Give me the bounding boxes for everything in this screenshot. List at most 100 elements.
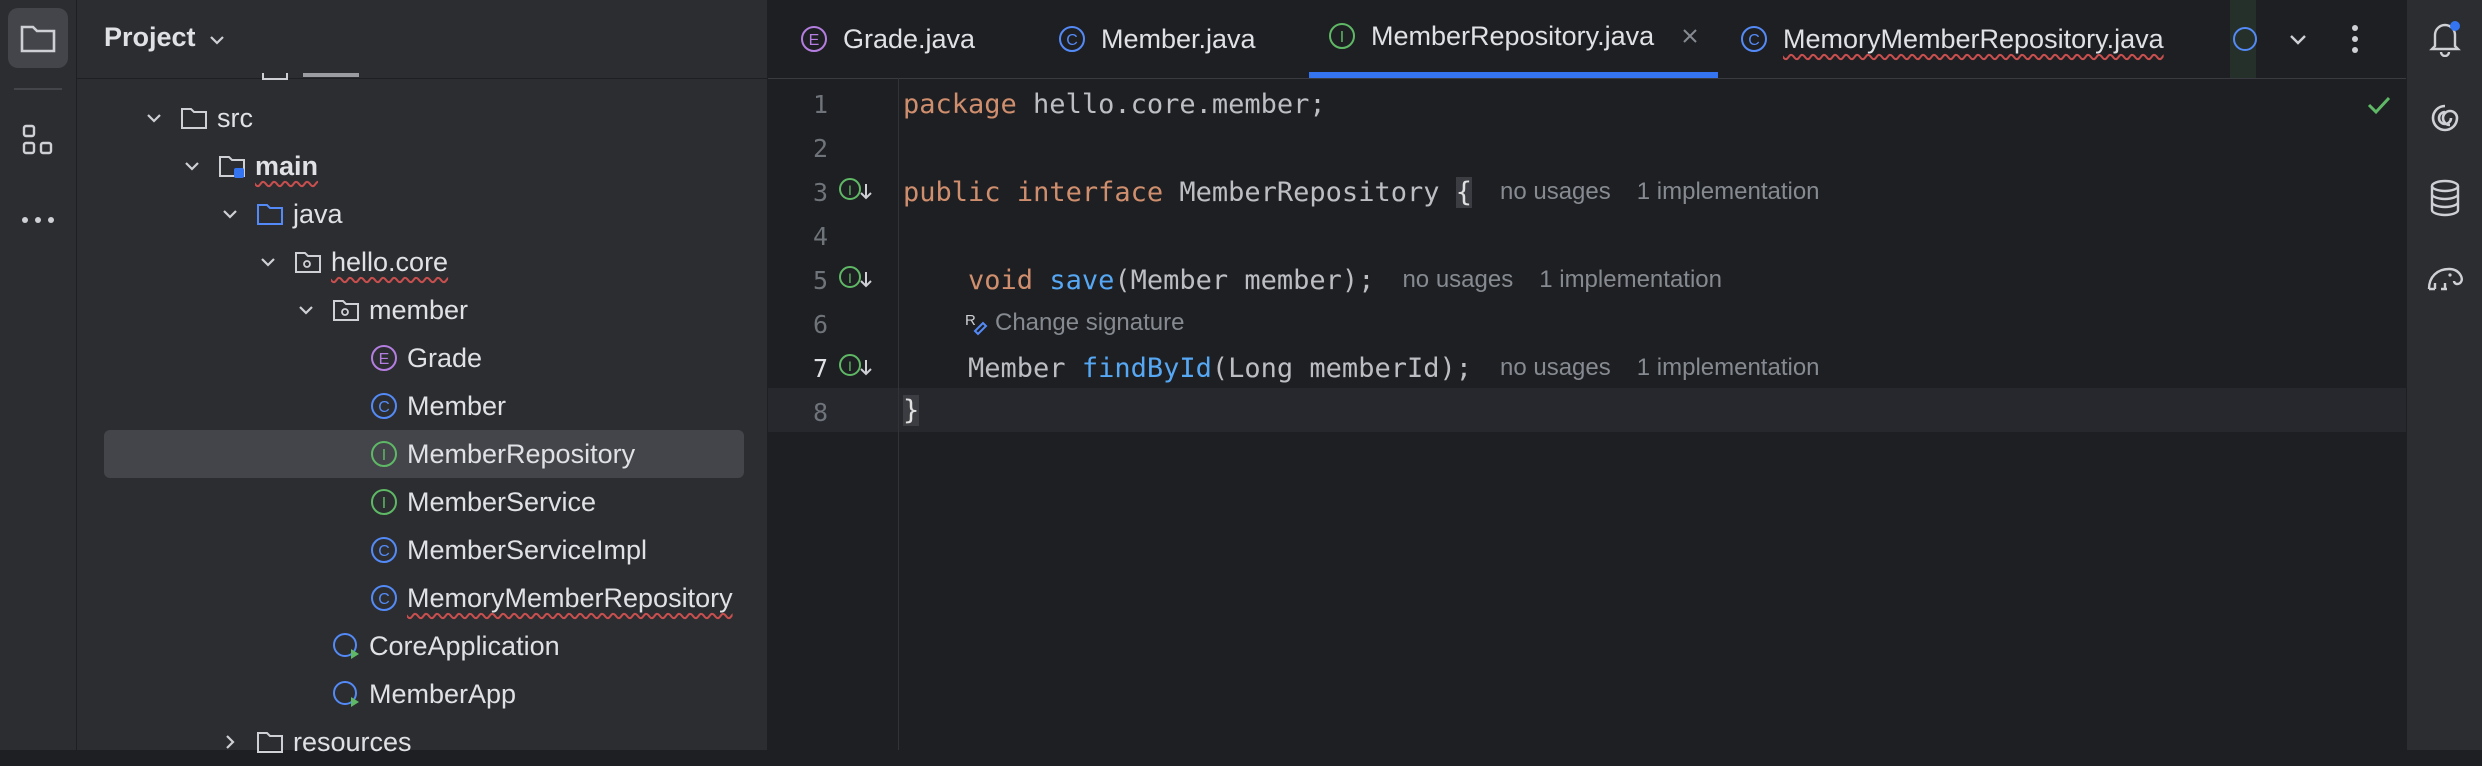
editor-tab[interactable]: E Grade.java: [781, 0, 993, 78]
svg-text:I: I: [848, 182, 852, 198]
chevron-down-icon[interactable]: [181, 155, 203, 177]
tree-item-label: Grade: [407, 342, 483, 373]
line-number: 1: [812, 90, 828, 119]
current-line-highlight: [768, 388, 2406, 432]
gradle-elephant-icon: [2427, 267, 2463, 291]
no-problems-check-icon[interactable]: [2366, 94, 2392, 116]
tree-item[interactable]: java: [77, 190, 767, 238]
right-tool-strip: [2406, 0, 2482, 750]
implementation-gutter-icon[interactable]: I: [838, 264, 872, 294]
tree-item[interactable]: resources: [77, 718, 767, 766]
tree-item-label: main: [255, 150, 319, 181]
project-tool-button[interactable]: [8, 8, 68, 68]
tree-item-label: Member: [407, 390, 507, 421]
tree-item-label: member: [369, 294, 469, 325]
more-tools-button[interactable]: [8, 190, 68, 250]
structure-tool-button[interactable]: [8, 110, 68, 170]
tree-item[interactable]: main: [77, 142, 767, 190]
chevron-down-icon[interactable]: [219, 203, 241, 225]
database-button[interactable]: [2419, 172, 2471, 224]
tree-item[interactable]: hello.core: [77, 238, 767, 286]
interface-icon: I: [371, 441, 397, 467]
enum-icon: E: [801, 26, 827, 52]
code-line-3[interactable]: public interface MemberRepository { no u…: [903, 170, 1820, 214]
interface-name: MemberRepository: [1163, 176, 1456, 208]
line-number: 2: [812, 134, 828, 163]
chevron-down-icon[interactable]: [257, 251, 279, 273]
spring-app-icon: [333, 633, 359, 659]
tree-item[interactable]: C MemberServiceImpl: [77, 526, 767, 574]
chevron-down-icon[interactable]: [143, 107, 165, 129]
line-number: 6: [812, 310, 828, 339]
refactor-icon: R: [965, 312, 988, 336]
more-vertical-icon[interactable]: [2351, 24, 2359, 54]
structure-icon: [22, 124, 53, 155]
gutter-border: [898, 78, 899, 750]
class-icon: C: [1741, 26, 1767, 52]
code-line-1[interactable]: package hello.core.member;: [903, 82, 1326, 126]
line-number: 3: [812, 178, 828, 207]
keyword: public: [903, 176, 1001, 208]
tree-item-label: MemberRepository: [407, 438, 636, 469]
gradle-button[interactable]: [2419, 252, 2471, 304]
tree-item[interactable]: E Grade: [77, 334, 767, 382]
method-params: (Long memberId);: [1211, 352, 1472, 384]
editor-tab[interactable]: C MemoryMemberRepository.java: [1721, 0, 2182, 78]
tree-item[interactable]: I MemberRepository: [104, 430, 744, 478]
method-name: findById: [1081, 352, 1212, 384]
implementation-gutter-icon[interactable]: I: [838, 352, 872, 382]
class-icon: C: [1059, 26, 1085, 52]
tree-item[interactable]: I MemberService: [77, 478, 767, 526]
tree-item[interactable]: src: [77, 94, 767, 142]
chevron-down-icon[interactable]: [207, 30, 227, 50]
tree-item-label: MemberService: [407, 486, 597, 517]
line-number: 7: [812, 354, 828, 383]
editor-tab-bar: E Grade.java C Member.java I MemberRepository…: [768, 0, 2406, 79]
svg-text:C: C: [378, 543, 390, 560]
notifications-button[interactable]: [2419, 12, 2471, 64]
code-line-5[interactable]: void save (Member member); no usages 1 imp…: [903, 258, 1722, 302]
line-number: 5: [812, 266, 828, 295]
line-number: 8: [812, 398, 828, 427]
editor-tab[interactable]: C Member.java: [1039, 0, 1274, 78]
svg-text:I: I: [382, 495, 386, 512]
tree-item[interactable]: MemberApp: [77, 670, 767, 718]
implementations-hint[interactable]: 1 implementation: [1637, 178, 1820, 206]
tree-item[interactable]: member: [77, 286, 767, 334]
svg-text:C: C: [1748, 32, 1760, 49]
tree-item[interactable]: CoreApplication: [77, 622, 767, 670]
svg-text:C: C: [378, 399, 390, 416]
tree-item-label: CoreApplication: [369, 630, 560, 661]
editor-area: E Grade.java C Member.java I MemberRepository…: [768, 0, 2406, 750]
tab-bar-actions: [2255, 0, 2406, 78]
implementations-hint[interactable]: 1 implementation: [1637, 354, 1820, 382]
ai-assistant-button[interactable]: [2419, 92, 2471, 144]
close-brace: }: [903, 394, 920, 426]
hidden-tree-row: [187, 70, 377, 80]
recent-tabs-chevron-icon[interactable]: [2287, 28, 2309, 50]
class-icon: C: [371, 585, 397, 611]
svg-text:E: E: [809, 32, 820, 49]
usages-hint[interactable]: no usages: [1402, 266, 1513, 294]
svg-text:I: I: [382, 447, 386, 464]
editor-tab[interactable]: I MemberRepository.java: [1309, 0, 1719, 78]
project-panel-header: Project: [77, 0, 767, 79]
tree-item[interactable]: C MemoryMemberRepository: [77, 574, 767, 622]
tree-item-label: MemberApp: [369, 678, 517, 709]
code-line-6[interactable]: Member findById (Long memberId); no usage…: [903, 346, 1820, 390]
usages-hint[interactable]: no usages: [1500, 354, 1611, 382]
svg-text:E: E: [379, 351, 390, 368]
close-tab-icon[interactable]: [1680, 26, 1700, 46]
tree-item[interactable]: C Member: [77, 382, 767, 430]
project-panel-title[interactable]: Project: [104, 22, 196, 53]
implementation-gutter-icon[interactable]: I: [838, 176, 872, 206]
chevron-down-icon[interactable]: [295, 299, 317, 321]
implementations-hint[interactable]: 1 implementation: [1539, 266, 1722, 294]
code-line-7[interactable]: }: [903, 388, 920, 432]
change-signature-inlay[interactable]: R Change signature: [963, 306, 1184, 340]
overflow-tab-peek[interactable]: [2230, 0, 2257, 78]
package-name: hello.core.member;: [1016, 88, 1326, 120]
usages-hint[interactable]: no usages: [1500, 178, 1611, 206]
keyword: interface: [1016, 176, 1164, 208]
tree-item-label: java: [293, 198, 343, 229]
